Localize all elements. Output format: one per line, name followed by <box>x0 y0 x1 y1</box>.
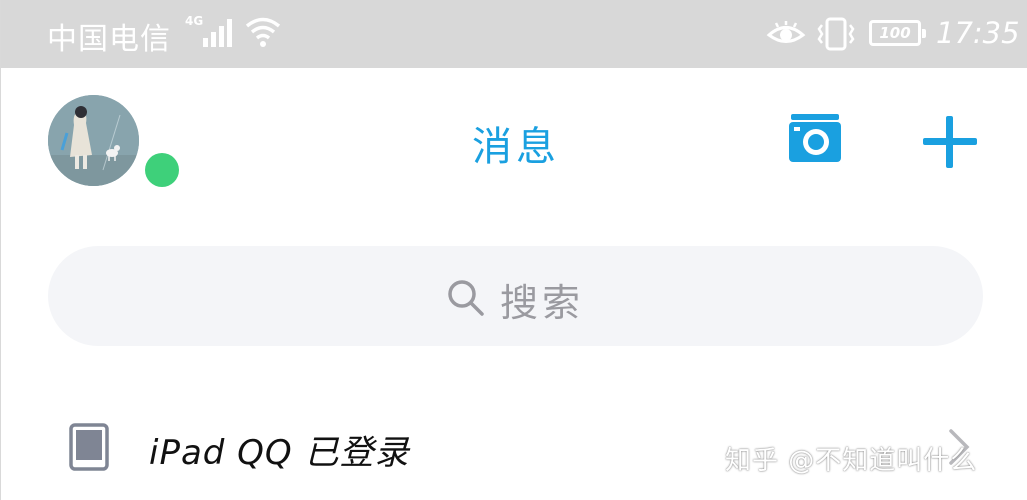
messages-screen: 中国电信 4G 100 17:35 消息 搜索 iPad QQ 已登录 知乎 @… <box>0 0 1027 500</box>
battery-level: 100 <box>879 24 911 42</box>
search-icon <box>446 278 486 322</box>
plus-icon <box>923 116 977 168</box>
network-type: 4G <box>185 14 204 28</box>
add-button[interactable] <box>921 114 979 170</box>
wifi-icon <box>245 15 281 53</box>
tablet-icon <box>69 423 109 475</box>
vibrate-icon <box>816 17 856 55</box>
avatar[interactable] <box>48 95 139 186</box>
clock: 17:35 <box>936 16 1020 50</box>
eye-icon <box>766 20 806 52</box>
device-label: iPad QQ 已登录 <box>149 433 410 473</box>
search-placeholder: 搜索 <box>500 281 585 325</box>
camera-icon <box>789 114 841 162</box>
camera-button[interactable] <box>787 112 843 164</box>
status-bar: 中国电信 4G 100 17:35 <box>1 0 1027 68</box>
online-status-dot <box>145 153 179 187</box>
watermark: 知乎 @不知道叫什么 <box>725 446 978 476</box>
page-title: 消息 <box>472 124 560 170</box>
battery-icon: 100 <box>869 20 926 46</box>
carrier-name: 中国电信 <box>47 22 171 57</box>
signal-icon <box>202 16 238 52</box>
search-input[interactable]: 搜索 <box>48 246 983 346</box>
